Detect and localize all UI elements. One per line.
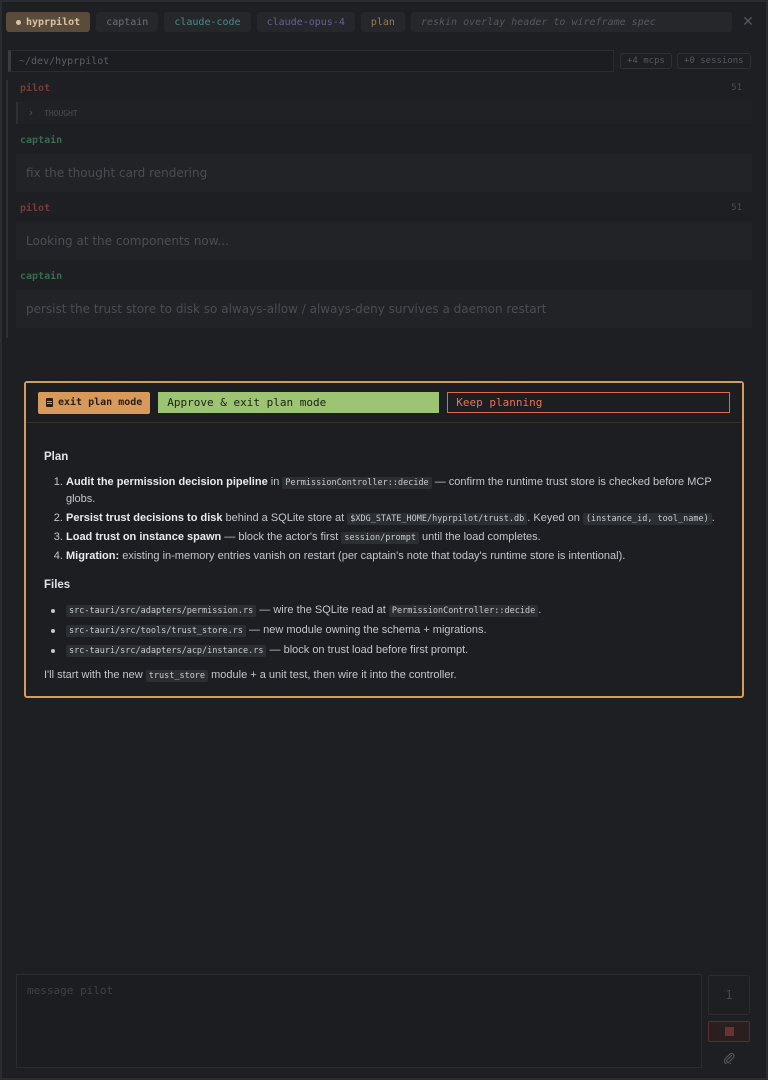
closing-text: I'll start with the new [44, 669, 146, 681]
message-body: persist the trust store to disk so alway… [16, 290, 752, 328]
thought-label: THOUGHT [44, 108, 78, 118]
session-title: reskin overlay header to wireframe spec [410, 12, 732, 32]
cwd-path: ~/dev/hyprpilot [8, 50, 614, 72]
closing-note: I'll start with the new trust_store modu… [44, 667, 724, 684]
message-body: Looking at the components now... [16, 222, 752, 260]
file-item: src-tauri/src/adapters/permission.rs — w… [50, 602, 724, 619]
composer-placeholder: message pilot [27, 984, 114, 997]
inline-code: (instance_id, tool_name) [582, 512, 712, 525]
status-dot-icon [16, 19, 21, 25]
plan-step: Migration: existing in-memory entries va… [66, 548, 724, 565]
brand-label: hyprpilot [26, 16, 81, 28]
step-text: — block the actor's first [221, 530, 342, 543]
inline-code: PermissionController::decide [388, 604, 539, 617]
plan-mode-label: exit plan mode [58, 397, 143, 408]
transcript: pilot 51 › THOUGHT captain fix the thoug… [8, 78, 752, 334]
stop-icon [724, 1027, 734, 1036]
file-path: src-tauri/src/adapters/permission.rs [66, 604, 257, 617]
file-note: — new module owning the schema + migrati… [246, 623, 487, 636]
plan-steps: Audit the permission decision pipeline i… [44, 474, 724, 565]
plan-step: Load trust on instance spawn — block the… [66, 529, 724, 546]
message-stamp: 51 [731, 83, 742, 93]
step-text: . [711, 511, 715, 524]
files-list: src-tauri/src/adapters/permission.rs — w… [44, 602, 724, 659]
file-note: . [538, 603, 542, 616]
file-item: src-tauri/src/adapters/acp/instance.rs —… [50, 642, 724, 659]
actor-chip[interactable]: captain [96, 12, 159, 32]
keep-planning-button[interactable]: Keep planning [447, 392, 730, 413]
message-author: pilot [20, 202, 51, 214]
message-stamp: 51 [731, 203, 742, 213]
adapter-chip[interactable]: claude-code [164, 12, 251, 32]
step-text: existing in-memory entries vanish on res… [119, 550, 626, 562]
model-chip[interactable]: claude-opus-4 [256, 12, 355, 32]
plan-heading: Plan [44, 451, 69, 463]
mcps-pill[interactable]: +4 mcps [620, 53, 672, 69]
step-title: Load trust on instance spawn [66, 530, 222, 543]
message-composer[interactable]: message pilot [16, 974, 702, 1068]
step-title: Persist trust decisions to disk [66, 511, 223, 524]
paperclip-icon[interactable] [720, 1049, 738, 1067]
message-author: captain [20, 270, 63, 282]
approve-exit-button[interactable]: Approve & exit plan mode [158, 392, 440, 413]
document-icon [46, 398, 53, 407]
inline-code: session/prompt [341, 531, 419, 544]
message-header: pilot 51 [8, 78, 752, 98]
plan-step: Audit the permission decision pipeline i… [66, 474, 724, 508]
message-header: captain [8, 130, 752, 150]
file-note: — block on trust load before first promp… [266, 643, 469, 656]
paperclip-glyph [723, 1052, 735, 1064]
message-body: fix the thought card rendering [16, 154, 752, 192]
file-note: — wire the SQLite read at [256, 603, 389, 616]
chevron-right-icon: › [28, 107, 35, 119]
inline-code: PermissionController::decide [282, 476, 432, 489]
step-text: until the load completes. [419, 530, 541, 543]
step-text: behind a SQLite store at [222, 511, 348, 524]
step-title: Audit the permission decision pipeline [66, 475, 268, 488]
inline-code: $XDG_STATE_HOME/hyprpilot/trust.db [347, 512, 528, 525]
close-icon[interactable]: ✕ [738, 14, 758, 30]
header-bar: hyprpilot captain claude-code claude-opu… [6, 10, 758, 34]
file-path: src-tauri/src/tools/trust_store.rs [66, 624, 246, 637]
files-heading: Files [44, 579, 71, 592]
exit-plan-modal: exit plan mode Approve & exit plan mode … [24, 381, 744, 698]
step-text: in [267, 475, 283, 488]
queue-count[interactable]: 1 [708, 975, 750, 1015]
plan-content: Plan Audit the permission decision pipel… [26, 423, 742, 684]
modal-toolbar: exit plan mode Approve & exit plan mode … [26, 383, 742, 423]
inline-code: trust_store [145, 670, 209, 682]
thought-card[interactable]: › THOUGHT [16, 102, 752, 124]
step-title: Migration: [66, 550, 120, 562]
brand-chip[interactable]: hyprpilot [6, 12, 91, 32]
file-path: src-tauri/src/adapters/acp/instance.rs [66, 644, 267, 657]
mode-chip[interactable]: plan [360, 12, 405, 32]
step-text: . Keyed on [527, 511, 583, 524]
sessions-pill[interactable]: +0 sessions [677, 53, 751, 69]
message-header: captain [8, 266, 752, 286]
stop-button[interactable] [708, 1021, 750, 1042]
closing-text: module + a unit test, then wire it into … [208, 669, 457, 681]
message-author: captain [20, 134, 63, 146]
plan-step: Persist trust decisions to disk behind a… [66, 510, 724, 527]
plan-mode-badge: exit plan mode [38, 391, 151, 414]
file-item: src-tauri/src/tools/trust_store.rs — new… [50, 622, 724, 639]
message-author: pilot [20, 82, 51, 94]
message-header: pilot 51 [8, 198, 752, 218]
